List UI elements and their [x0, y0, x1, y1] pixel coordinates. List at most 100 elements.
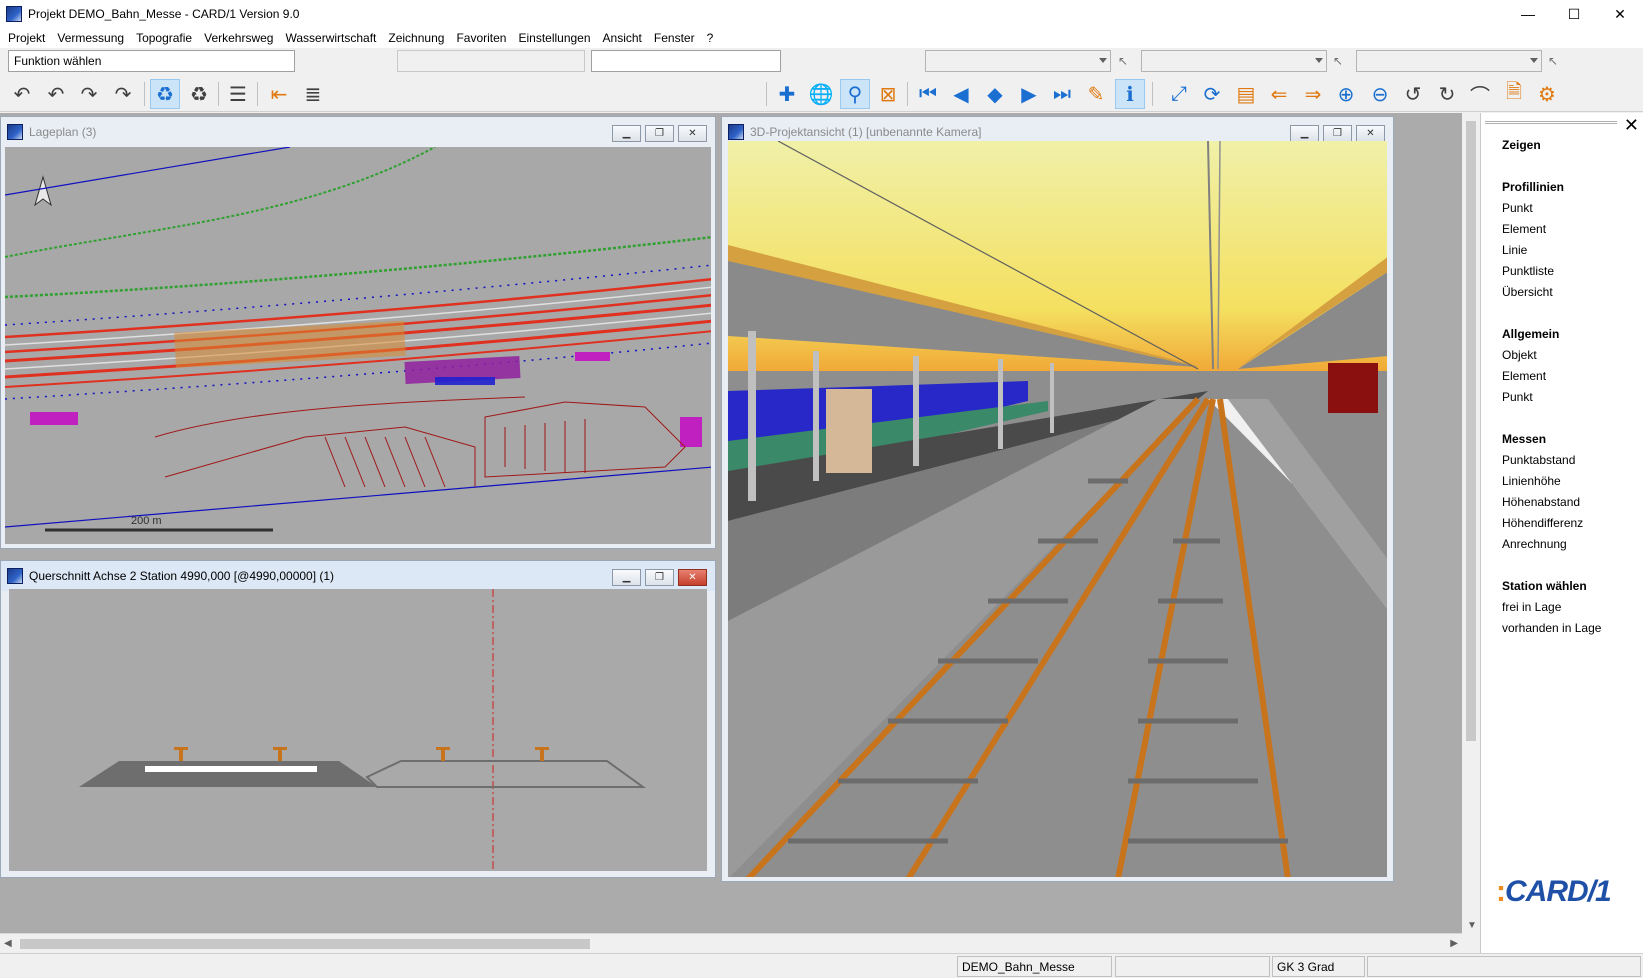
scroll-down-icon[interactable]: ▼	[1467, 920, 1477, 931]
3d-canvas[interactable]	[728, 141, 1387, 877]
refresh-icon[interactable]: ⟳	[1197, 79, 1227, 109]
settings-icon[interactable]: ⚙	[1532, 79, 1562, 109]
updown-icon[interactable]: ◆	[980, 79, 1010, 109]
scroll-right-icon[interactable]: ▶	[1450, 938, 1458, 949]
scroll-left-icon[interactable]: ◀	[4, 938, 12, 949]
panel-item[interactable]: Punkt	[1502, 198, 1601, 219]
maximize-button[interactable]: ☐	[1551, 0, 1597, 28]
undo-all-icon[interactable]: ↶	[41, 79, 71, 109]
menu-ansicht[interactable]: Ansicht	[597, 31, 648, 45]
menu-verkehrsweg[interactable]: Verkehrsweg	[198, 31, 279, 45]
section-zeigen[interactable]: Zeigen	[1502, 135, 1601, 156]
zoom-in-icon[interactable]: ⊕	[1331, 79, 1361, 109]
panel-item[interactable]: Anrechnung	[1502, 534, 1601, 555]
panel-item[interactable]: Höhenabstand	[1502, 492, 1601, 513]
panel-item[interactable]: Höhendifferenz	[1502, 513, 1601, 534]
section-allgemein[interactable]: Allgemein	[1502, 324, 1601, 345]
panel-item[interactable]: Punktabstand	[1502, 450, 1601, 471]
menu-projekt[interactable]: Projekt	[2, 31, 51, 45]
3d-view-window[interactable]: 3D-Projektansicht (1) [unbenannte Kamera…	[721, 116, 1394, 882]
section-station-waehlen[interactable]: Station wählen	[1502, 576, 1601, 597]
redo-all-icon[interactable]: ↷	[108, 79, 138, 109]
minimize-button[interactable]: —	[1505, 0, 1551, 28]
export-icon[interactable]: ⇒	[1298, 79, 1328, 109]
vertical-scrollbar[interactable]: ▼	[1462, 113, 1480, 933]
window-icon[interactable]: ▤	[1231, 79, 1261, 109]
panel-item[interactable]: Linie	[1502, 240, 1601, 261]
menu-wasserwirtschaft[interactable]: Wasserwirtschaft	[279, 31, 382, 45]
menu-vermessung[interactable]: Vermessung	[51, 31, 130, 45]
function-field[interactable]: Funktion wählen	[8, 50, 295, 72]
section-profillinien[interactable]: Profillinien	[1502, 177, 1601, 198]
delete-icon[interactable]: ⊠	[873, 79, 903, 109]
pencil-icon[interactable]: ✎	[1081, 79, 1111, 109]
menu-bar: Projekt Vermessung Topografie Verkehrswe…	[0, 28, 1643, 48]
lines-icon[interactable]: ≣	[298, 79, 328, 109]
panel-close-icon[interactable]: ✕	[1624, 115, 1639, 136]
pick-cursor-icon[interactable]: ↖	[1548, 54, 1560, 68]
close-button[interactable]: ✕	[1597, 0, 1643, 28]
last-icon[interactable]: ⏭	[1047, 79, 1077, 109]
menu-topografie[interactable]: Topografie	[130, 31, 198, 45]
list-icon[interactable]: ☰	[223, 79, 253, 109]
combo-3[interactable]	[1356, 50, 1542, 72]
querschnitt-window[interactable]: Querschnitt Achse 2 Station 4990,000 [@4…	[0, 560, 716, 878]
input-field-1[interactable]	[397, 50, 585, 72]
child-restore-button[interactable]: ❐	[1323, 125, 1352, 142]
section-messen[interactable]: Messen	[1502, 429, 1601, 450]
panel-item[interactable]: Objekt	[1502, 345, 1601, 366]
document-icon[interactable]: 🗎	[1499, 79, 1529, 109]
redraw-icon[interactable]: ⌒	[1465, 79, 1495, 109]
input-field-2[interactable]	[591, 50, 781, 72]
indent-icon[interactable]: ⇤	[264, 79, 294, 109]
combo-1[interactable]	[925, 50, 1111, 72]
zoom-out-icon[interactable]: ⊖	[1365, 79, 1395, 109]
horizontal-scroll-thumb[interactable]	[20, 939, 590, 949]
panel-item[interactable]: Element	[1502, 219, 1601, 240]
undo-icon[interactable]: ↶	[7, 79, 37, 109]
menu-favoriten[interactable]: Favoriten	[450, 31, 512, 45]
next-icon[interactable]: ▶	[1014, 79, 1044, 109]
prev-icon[interactable]: ◀	[946, 79, 976, 109]
horizontal-scrollbar[interactable]: ◀ ▶	[0, 933, 1462, 953]
panel-item[interactable]: Punktliste	[1502, 261, 1601, 282]
rotate-right-icon[interactable]: ↻	[1432, 79, 1462, 109]
rotate-left-icon[interactable]: ↺	[1398, 79, 1428, 109]
redo-icon[interactable]: ↷	[74, 79, 104, 109]
recycle-icon[interactable]: ♻	[150, 79, 180, 109]
vertical-scroll-thumb[interactable]	[1466, 121, 1476, 741]
info-icon[interactable]: ℹ	[1115, 79, 1145, 109]
menu-fenster[interactable]: Fenster	[648, 31, 701, 45]
child-minimize-button[interactable]: ▁	[612, 125, 641, 142]
child-minimize-button[interactable]: ▁	[612, 569, 641, 586]
child-minimize-button[interactable]: ▁	[1290, 125, 1319, 142]
globe-icon[interactable]: 🌐	[806, 79, 836, 109]
recycle-gray-icon[interactable]: ♻	[184, 79, 214, 109]
panel-item[interactable]: Übersicht	[1502, 282, 1601, 303]
first-icon[interactable]: ⏮	[913, 79, 943, 109]
cross-section-drawing	[79, 589, 647, 871]
menu-help[interactable]: ?	[701, 31, 720, 45]
lageplan-canvas[interactable]: 200 m	[5, 147, 711, 544]
panel-item[interactable]: vorhanden in Lage	[1502, 618, 1601, 639]
panel-item[interactable]: Punkt	[1502, 387, 1601, 408]
child-restore-button[interactable]: ❐	[645, 125, 674, 142]
fit-icon[interactable]: ⤢	[1164, 79, 1194, 109]
child-close-button[interactable]: ✕	[1356, 125, 1385, 142]
lageplan-window[interactable]: Lageplan (3) ▁ ❐ ✕ 200 m	[0, 116, 716, 549]
pick-cursor-icon[interactable]: ↖	[1333, 54, 1345, 68]
pin-icon[interactable]: ⚲	[840, 79, 870, 109]
pick-cursor-icon[interactable]: ↖	[1118, 54, 1130, 68]
child-close-button[interactable]: ✕	[678, 125, 707, 142]
cross-section-canvas[interactable]	[9, 589, 707, 871]
panel-item[interactable]: Linienhöhe	[1502, 471, 1601, 492]
plus-icon[interactable]: ✚	[772, 79, 802, 109]
panel-item[interactable]: Element	[1502, 366, 1601, 387]
menu-einstellungen[interactable]: Einstellungen	[512, 31, 596, 45]
import-icon[interactable]: ⇐	[1264, 79, 1294, 109]
child-close-button[interactable]: ✕	[678, 569, 707, 586]
panel-item[interactable]: frei in Lage	[1502, 597, 1601, 618]
menu-zeichnung[interactable]: Zeichnung	[382, 31, 450, 45]
child-restore-button[interactable]: ❐	[645, 569, 674, 586]
combo-2[interactable]	[1141, 50, 1327, 72]
